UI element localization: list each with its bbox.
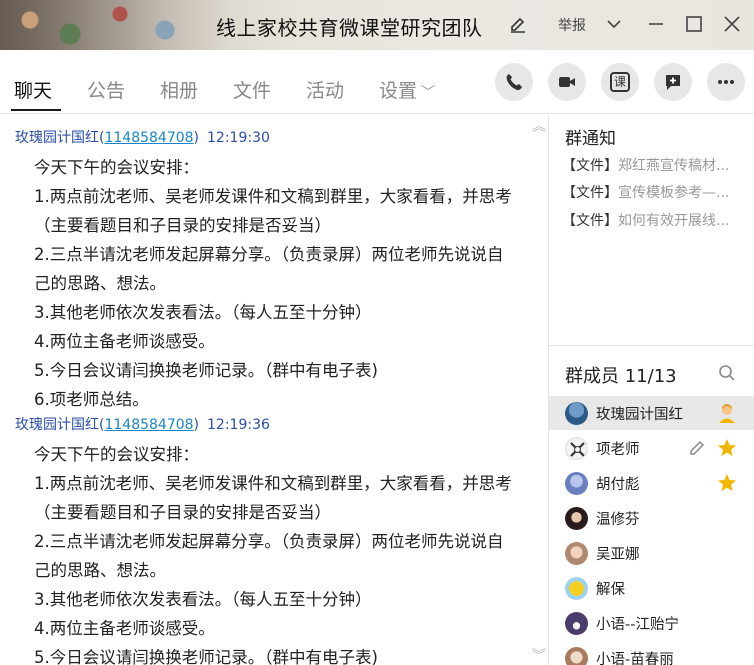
notice-tag: 【文件】: [562, 185, 618, 201]
avatar: [565, 402, 588, 425]
message-line: 1.两点前沈老师、吴老师发课件和文稿到群里，大家看看，并思考: [34, 187, 512, 206]
avatar: [565, 612, 588, 635]
report-button[interactable]: 举报: [558, 15, 586, 35]
avatar: [565, 437, 588, 460]
avatar: [565, 647, 588, 665]
admin-star-icon: [718, 439, 736, 456]
member-item[interactable]: 小语--江贻宁: [549, 606, 754, 640]
tab-files[interactable]: 文件: [233, 76, 271, 103]
notice-tag: 【文件】: [562, 158, 618, 174]
more-dots-icon: [718, 80, 734, 84]
message-line: 3.其他老师依次发表看法。（每人五至十分钟）: [34, 303, 372, 322]
member-item[interactable]: 项老师: [549, 431, 754, 465]
phone-icon: [506, 74, 522, 91]
member-item[interactable]: 小语-苗春丽: [549, 641, 754, 665]
minimize-icon[interactable]: [646, 14, 666, 34]
voice-call-button[interactable]: [495, 63, 533, 101]
tab-bar: 聊天 公告 相册 文件 活动 设置 ﹀: [0, 50, 754, 114]
notice-text: 如何有效开展线...: [618, 213, 730, 229]
add-app-button[interactable]: [654, 63, 692, 101]
notice-text: 宣传模板参考—...: [618, 185, 730, 201]
close-icon[interactable]: [722, 14, 742, 34]
member-name: 小语--江贻宁: [596, 617, 679, 633]
avatar: [565, 542, 588, 565]
member-name: 温修芬: [596, 512, 640, 528]
chevron-down-icon: ﹀: [421, 85, 436, 101]
active-tab-indicator: [11, 109, 61, 111]
collapse-up-icon[interactable]: ︽: [532, 116, 546, 136]
message-line: 4.两位主备老师谈感受。: [34, 332, 215, 351]
member-item[interactable]: 吴亚娜: [549, 536, 754, 570]
video-call-button[interactable]: [548, 63, 586, 101]
tab-settings[interactable]: 设置 ﹀: [379, 76, 435, 103]
member-name: 小语-苗春丽: [596, 652, 674, 665]
panel-divider: [549, 345, 754, 346]
member-item[interactable]: 温修芬: [549, 501, 754, 535]
message-time: 12:19:36: [207, 417, 270, 433]
message-line: 5.今日会议请闫换换老师记录。（群中有电子表): [34, 648, 378, 665]
message-line: 己的思路、想法。: [34, 274, 166, 293]
avatar: [565, 507, 588, 530]
sender-name[interactable]: 玫瑰园计国红: [15, 417, 99, 433]
edit-icon[interactable]: [686, 437, 708, 459]
message-line: 2.三点半请沈老师发起屏幕分享。（负责录屏）两位老师先说说自: [34, 532, 504, 551]
sender-qq-link[interactable]: 1148584708: [104, 417, 193, 433]
notice-item[interactable]: 【文件】如何有效开展线...: [562, 210, 752, 230]
edit-title-icon[interactable]: [509, 16, 527, 34]
tab-announcements[interactable]: 公告: [87, 76, 125, 103]
message-line: 己的思路、想法。: [34, 561, 166, 580]
tab-chat[interactable]: 聊天: [14, 76, 52, 103]
tab-album[interactable]: 相册: [160, 76, 198, 103]
notice-item[interactable]: 【文件】郑红燕宣传稿材...: [562, 155, 752, 175]
message-line: 3.其他老师依次发表看法。（每人五至十分钟）: [34, 590, 372, 609]
member-name: 项老师: [596, 442, 640, 458]
maximize-icon[interactable]: [684, 14, 704, 34]
admin-star-icon: [718, 474, 736, 491]
course-icon: 课: [610, 72, 630, 92]
course-button[interactable]: 课: [601, 63, 639, 101]
message-line: 今天下午的会议安排：: [34, 158, 199, 177]
member-item[interactable]: 胡付彪: [549, 466, 754, 500]
notice-item[interactable]: 【文件】宣传模板参考—...: [562, 182, 752, 202]
tab-activities[interactable]: 活动: [306, 76, 344, 103]
notice-tag: 【文件】: [562, 213, 618, 229]
message-line: （主要看题目和子目录的安排是否妥当）: [34, 216, 331, 235]
message-header: 玫瑰园计国红(1148584708) 12:19:30: [15, 130, 270, 146]
message-line: 2.三点半请沈老师发起屏幕分享。（负责录屏）两位老师先说说自: [34, 245, 504, 264]
message-line: 1.两点前沈老师、吴老师发课件和文稿到群里，大家看看，并思考: [34, 474, 512, 493]
group-notice-title[interactable]: 群通知: [565, 124, 616, 149]
member-item[interactable]: 玫瑰园计国红: [549, 396, 754, 430]
message-line: 4.两位主备老师谈感受。: [34, 619, 215, 638]
members-title: 群成员 11/13: [565, 366, 677, 387]
search-icon[interactable]: [718, 364, 736, 382]
sender-name[interactable]: 玫瑰园计国红: [15, 130, 99, 146]
video-camera-icon: [559, 77, 575, 87]
message-time: 12:19:30: [207, 130, 270, 146]
member-name: 解保: [596, 582, 625, 598]
message-header: 玫瑰园计国红(1148584708) 12:19:36: [15, 417, 270, 433]
window-title: 线上家校共育微课堂研究团队: [216, 16, 483, 40]
message-line: 6.项老师总结。: [34, 390, 149, 409]
owner-icon: [719, 404, 735, 423]
member-name: 胡付彪: [596, 477, 640, 493]
tab-settings-label: 设置: [379, 80, 418, 102]
member-name: 玫瑰园计国红: [596, 407, 683, 423]
message-line: 今天下午的会议安排：: [34, 445, 199, 464]
group-banner-image: [0, 0, 230, 50]
collapse-down-icon[interactable]: ︾: [532, 645, 546, 665]
avatar: [565, 577, 588, 600]
member-name: 吴亚娜: [596, 547, 640, 563]
avatar: [565, 472, 588, 495]
member-item[interactable]: 解保: [549, 571, 754, 605]
sender-qq-link[interactable]: 1148584708: [104, 130, 193, 146]
add-chat-icon: [666, 75, 680, 90]
message-line: 5.今日会议请闫换换老师记录。（群中有电子表): [34, 361, 378, 380]
notice-text: 郑红燕宣传稿材...: [618, 158, 730, 174]
title-bar: 线上家校共育微课堂研究团队 举报: [0, 0, 754, 50]
chevron-down-icon[interactable]: [604, 14, 624, 34]
more-button[interactable]: [707, 63, 745, 101]
message-line: （主要看题目和子目录的安排是否妥当）: [34, 503, 331, 522]
